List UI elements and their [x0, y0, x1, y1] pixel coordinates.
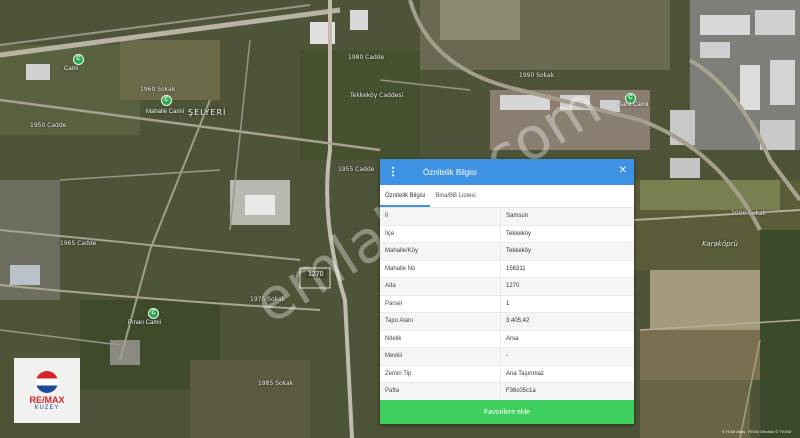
table-row: Zemin Tip Ana Taşınmaz — [380, 365, 634, 383]
street-label: 1990 Sokak — [519, 72, 555, 79]
balloon-icon — [36, 370, 58, 393]
attribute-value: 1 — [500, 295, 634, 313]
close-icon[interactable]: ✕ — [619, 165, 627, 176]
attribute-key: Pafta — [380, 382, 501, 401]
map-attribution: © HGM Atlas, TKGM Ortofoto © TKGM — [722, 429, 792, 434]
mosque-icon[interactable]: C — [148, 308, 159, 319]
table-row: Mevkii - — [380, 347, 634, 366]
tab-building-list[interactable]: Bina/BB Listesi — [430, 185, 480, 207]
mosque-icon[interactable]: C — [161, 95, 172, 106]
attribute-value: Samsun — [500, 208, 634, 226]
table-row: Parsel 1 — [380, 295, 634, 313]
attribute-key: İlçe — [380, 225, 501, 243]
table-row: Ada 1270 — [380, 277, 634, 296]
add-to-favorites-button[interactable]: Favorilere ekle — [380, 400, 634, 424]
table-row: Mahalle/Köy Tekkeköy — [380, 242, 634, 261]
table-row: İl Samsun — [380, 208, 634, 226]
attribute-key: İl — [380, 208, 501, 226]
district-label: ŞELYERİ — [188, 108, 227, 117]
attribute-key: Zemin Tip — [380, 365, 501, 383]
poi-label: Sahil Camii — [618, 102, 649, 108]
tab-attribute-info[interactable]: Öznitelik Bilgisi — [380, 185, 431, 207]
kebab-menu-icon[interactable]: ⋮ — [387, 166, 399, 178]
panel-title: Öznitelik Bilgisi — [423, 167, 477, 177]
attribute-value: 1270 — [500, 277, 634, 296]
attribute-value: F36c05c1a — [500, 382, 634, 401]
attribute-value: Tekkeköy — [500, 242, 634, 261]
street-label: 2000 Sokak — [731, 210, 767, 217]
street-label: 1950 Cadde — [30, 122, 67, 129]
attribute-value: - — [500, 347, 634, 366]
remax-logo: RE/MAX KUZEY — [14, 358, 80, 423]
attribute-info-panel: ⋮ Öznitelik Bilgisi ✕ Öznitelik Bilgisi … — [380, 159, 634, 424]
table-row: Tapu Alanı 3.405,42 — [380, 312, 634, 331]
attribute-key: Mahalle No — [380, 260, 501, 278]
street-label: 1955 Cadde — [338, 166, 375, 173]
parcel-number-label: 1270 — [306, 271, 326, 278]
table-row: İlçe Tekkeköy — [380, 225, 634, 243]
street-label: 1965 Cadde — [60, 240, 97, 247]
street-label: 1985 Sokak — [258, 380, 294, 387]
place-label: Karaköprü — [702, 240, 738, 248]
attribute-value: 156311 — [500, 260, 634, 278]
mosque-icon[interactable]: C — [73, 54, 84, 65]
attribute-key: Mevkii — [380, 347, 501, 366]
attribute-key: Ada — [380, 277, 501, 296]
attribute-key: Mahalle/Köy — [380, 242, 501, 261]
table-row: Pafta F36c05c1a — [380, 382, 634, 401]
panel-tabs: Öznitelik Bilgisi Bina/BB Listesi — [380, 185, 634, 208]
attribute-value: 3.405,42 — [500, 312, 634, 331]
logo-sub: KUZEY — [34, 404, 60, 411]
attribute-key: Nitelik — [380, 330, 501, 348]
attribute-value: Tekkeköy — [500, 225, 634, 243]
table-row: Mahalle No 156311 — [380, 260, 634, 278]
poi-label: Pınarı Camii — [128, 320, 162, 326]
attribute-key: Tapu Alanı — [380, 312, 501, 331]
attribute-key: Parsel — [380, 295, 501, 313]
logo-brand: RE/MAX — [29, 394, 65, 405]
attribute-value: Arsa — [500, 330, 634, 348]
street-label: 1960 Sokak — [140, 86, 176, 93]
street-label: 1975 Sokak — [250, 296, 286, 303]
attribute-value: Ana Taşınmaz — [500, 365, 634, 383]
panel-header: ⋮ Öznitelik Bilgisi ✕ — [380, 159, 634, 185]
poi-label: Mahalle Camii — [146, 109, 185, 115]
street-label: Tekkeköy Caddesi — [350, 92, 404, 99]
street-label: 1980 Cadde — [348, 54, 385, 61]
poi-label: Cami — [64, 66, 79, 72]
table-row: Nitelik Arsa — [380, 330, 634, 348]
attribute-table: İl Samsun İlçe Tekkeköy Mahalle/Köy Tekkeköy M… — [380, 208, 634, 401]
